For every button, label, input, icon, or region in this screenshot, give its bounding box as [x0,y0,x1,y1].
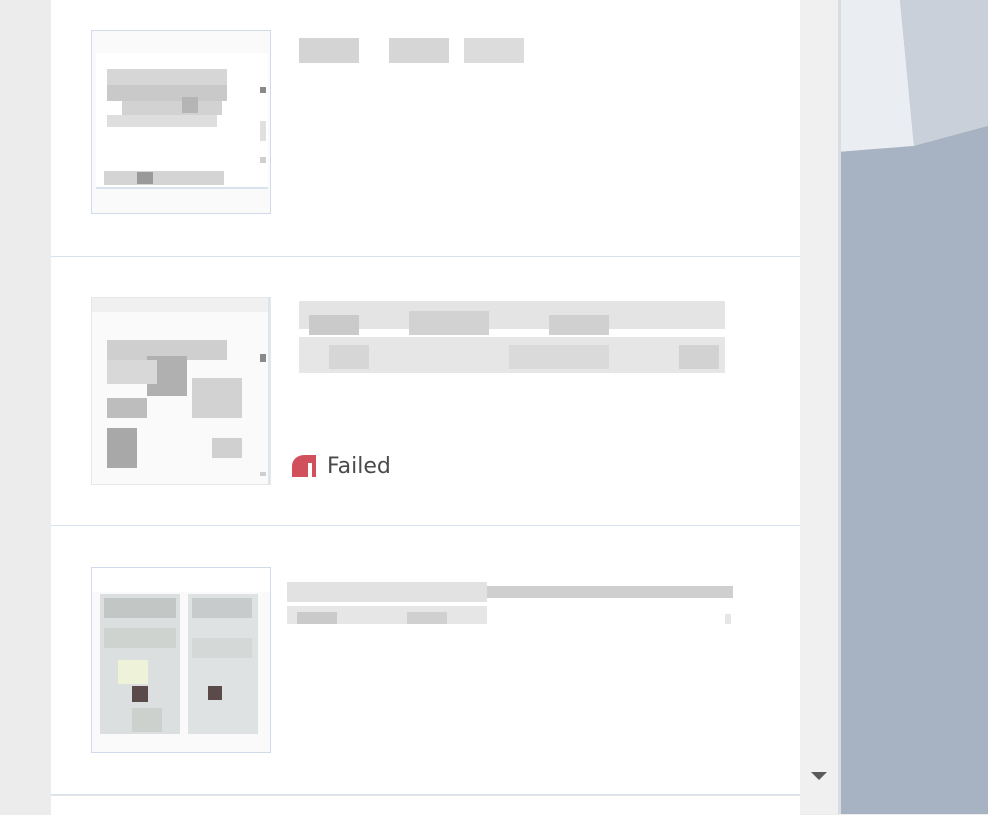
list-item[interactable] [51,795,800,815]
desktop-background [838,0,988,814]
item-thumbnail[interactable] [91,297,271,485]
results-list[interactable]: Failed [51,0,800,815]
item-title [287,582,733,642]
desktop-wallpaper [838,0,988,814]
failed-status-icon [292,455,316,477]
status-label: Failed [327,453,391,479]
window-edge [838,0,841,814]
list-item[interactable] [51,0,800,257]
status-badge: Failed [291,453,391,479]
item-thumbnail[interactable] [91,30,271,214]
scrollbar[interactable] [800,0,838,814]
list-item[interactable]: Failed [51,257,800,526]
left-gutter [0,0,51,814]
item-thumbnail[interactable] [91,567,271,753]
triangle-down-icon[interactable] [810,770,828,782]
item-title [299,301,725,373]
list-item[interactable] [51,526,800,795]
item-title [299,38,525,63]
